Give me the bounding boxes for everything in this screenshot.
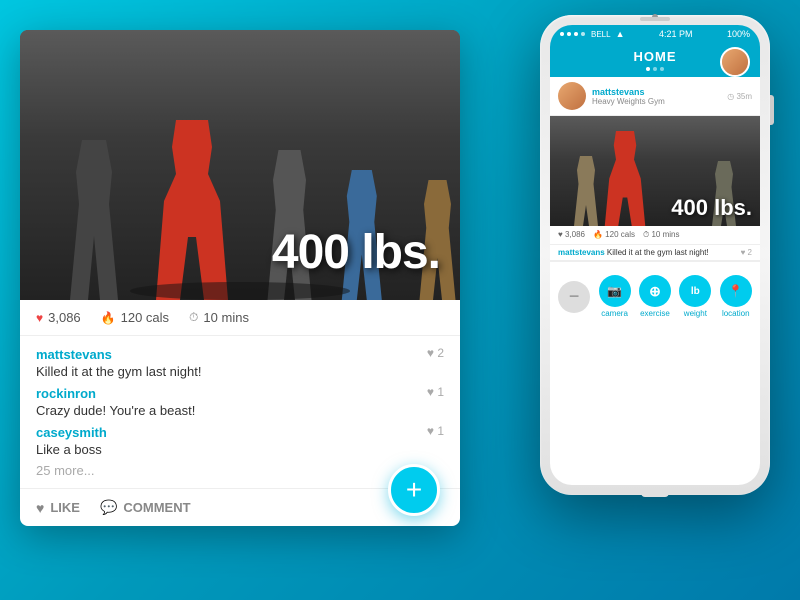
camera-button[interactable]: 📷 camera bbox=[599, 275, 631, 318]
wifi-icon: ▲ bbox=[616, 29, 625, 39]
weight-toolbar-icon: lb bbox=[679, 275, 711, 307]
small-comment-user: mattstevans bbox=[558, 248, 605, 257]
home-button[interactable] bbox=[641, 489, 669, 497]
comment-like-2[interactable]: ♥ 1 bbox=[427, 385, 444, 399]
profile-avatar[interactable] bbox=[720, 47, 750, 77]
post-header: mattstevans Heavy Weights Gym ◷ 35m bbox=[550, 77, 760, 116]
comment-text-1: Killed it at the gym last night! bbox=[36, 364, 444, 379]
weight-label-toolbar: weight bbox=[684, 309, 707, 318]
comments-section: mattstevans ♥ 2 Killed it at the gym las… bbox=[20, 336, 460, 488]
comment-button[interactable]: 💬 COMMENT bbox=[100, 499, 191, 516]
speaker bbox=[640, 17, 670, 21]
post-comment-small: mattstevans Killed it at the gym last ni… bbox=[550, 245, 760, 261]
comment-text-3: Like a boss bbox=[36, 442, 444, 457]
post-user-info: mattstevans Heavy Weights Gym bbox=[592, 87, 727, 106]
comment-username-2: rockinron bbox=[36, 386, 96, 401]
location-toolbar-icon: 📍 bbox=[720, 275, 752, 307]
card-image: 400 lbs. bbox=[20, 30, 460, 300]
post-stats-small: ♥ 3,086 🔥 120 cals ⏱ 10 mins bbox=[550, 226, 760, 245]
clock-icon: ⏱ bbox=[189, 310, 198, 325]
signal-dot-3 bbox=[574, 32, 578, 36]
post-user-avatar[interactable] bbox=[558, 82, 586, 110]
signal-dot-1 bbox=[560, 32, 564, 36]
comment-row-3: caseysmith ♥ 1 Like a boss bbox=[36, 424, 444, 457]
status-bar: BELL ▲ 4:21 PM 100% bbox=[550, 25, 760, 43]
heart-icon: ♥ bbox=[36, 500, 44, 516]
small-likes: ♥ 3,086 bbox=[558, 230, 585, 240]
fire-icon: 🔥 bbox=[101, 311, 116, 325]
post-username[interactable]: mattstevans bbox=[592, 87, 727, 97]
add-button[interactable]: + bbox=[388, 464, 440, 516]
signal-area: BELL ▲ bbox=[560, 29, 625, 39]
nav-bar: HOME bbox=[550, 43, 760, 77]
comment-text-2: Crazy dude! You're a beast! bbox=[36, 403, 444, 418]
exercise-icon: ⊕ bbox=[649, 283, 661, 300]
location-label: location bbox=[722, 309, 750, 318]
weight-button[interactable]: lb weight bbox=[679, 275, 711, 318]
location-button[interactable]: 📍 location bbox=[720, 275, 752, 318]
minus-button[interactable]: − bbox=[558, 281, 590, 313]
weight-icon: lb bbox=[691, 286, 700, 297]
small-comment-likes: ♥ 2 bbox=[741, 248, 752, 257]
comment-username-3: caseysmith bbox=[36, 425, 107, 440]
signal-dot-2 bbox=[567, 32, 571, 36]
weight-display-small: 400 lbs. bbox=[671, 195, 752, 221]
weight-display: 400 lbs. bbox=[272, 225, 440, 280]
small-mins: ⏱ 10 mins bbox=[643, 230, 679, 240]
camera-toolbar-icon: 📷 bbox=[599, 275, 631, 307]
card-stats: ♥ 3,086 🔥 120 cals ⏱ 10 mins bbox=[20, 300, 460, 336]
more-comments-link[interactable]: 25 more... bbox=[36, 463, 444, 478]
location-icon: 📍 bbox=[728, 284, 743, 298]
post-time: ◷ 35m bbox=[727, 92, 752, 101]
comment-like-1[interactable]: ♥ 2 bbox=[427, 346, 444, 360]
carrier-label: BELL bbox=[591, 30, 611, 39]
nav-title: HOME bbox=[634, 49, 677, 64]
exercise-button[interactable]: ⊕ exercise bbox=[639, 275, 671, 318]
exercise-toolbar-icon: ⊕ bbox=[639, 275, 671, 307]
battery-display: 100% bbox=[727, 29, 750, 39]
small-cals: 🔥 120 cals bbox=[593, 230, 635, 240]
phone-body: BELL ▲ 4:21 PM 100% HOME bbox=[540, 15, 770, 495]
exercise-label: exercise bbox=[640, 309, 670, 318]
comment-like-3[interactable]: ♥ 1 bbox=[427, 424, 444, 438]
phone-screen: BELL ▲ 4:21 PM 100% HOME bbox=[550, 25, 760, 485]
comment-row-2: rockinron ♥ 1 Crazy dude! You're a beast… bbox=[36, 385, 444, 418]
nav-dot-2 bbox=[653, 67, 657, 71]
cals-stat: 🔥 120 cals bbox=[101, 310, 169, 325]
post-image-small: 400 lbs. bbox=[550, 116, 760, 226]
small-comment-text: Killed it at the gym last night! bbox=[607, 248, 709, 257]
camera-label: camera bbox=[601, 309, 628, 318]
time-stat: ⏱ 10 mins bbox=[189, 310, 249, 325]
comment-username-1: mattstevans bbox=[36, 347, 112, 362]
post-gym: Heavy Weights Gym bbox=[592, 97, 727, 106]
phone-toolbar: − 📷 camera ⊕ exercise l bbox=[550, 261, 760, 331]
heart-icon: ♥ bbox=[36, 311, 43, 325]
signal-dot-4 bbox=[581, 32, 585, 36]
likes-stat: ♥ 3,086 bbox=[36, 310, 81, 325]
nav-dot-3 bbox=[660, 67, 664, 71]
power-button bbox=[770, 95, 774, 125]
nav-dot-1 bbox=[646, 67, 650, 71]
camera-icon: 📷 bbox=[607, 284, 622, 298]
post-card: 400 lbs. ♥ 3,086 🔥 120 cals ⏱ 10 mins ma… bbox=[20, 30, 460, 526]
card-actions: ♥ LIKE 💬 COMMENT + bbox=[20, 488, 460, 526]
like-button[interactable]: ♥ LIKE bbox=[36, 500, 80, 516]
minus-icon: − bbox=[569, 286, 580, 307]
time-display: 4:21 PM bbox=[659, 29, 693, 39]
phone-mockup: BELL ▲ 4:21 PM 100% HOME bbox=[540, 15, 770, 495]
comment-row-1: mattstevans ♥ 2 Killed it at the gym las… bbox=[36, 346, 444, 379]
chat-icon: 💬 bbox=[100, 499, 117, 516]
